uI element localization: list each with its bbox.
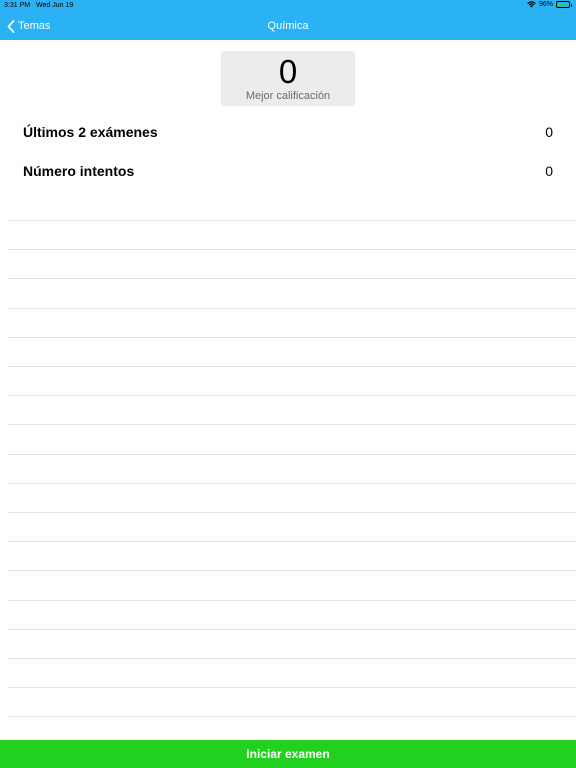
row-separator (8, 395, 576, 396)
start-exam-button[interactable]: Iniciar examen (0, 740, 576, 768)
row-separator (8, 483, 576, 484)
row-separator (8, 220, 576, 221)
row-separator (8, 308, 576, 309)
row-separator (8, 570, 576, 571)
row-separator (8, 337, 576, 338)
row-separator (8, 249, 576, 250)
row-separator (8, 512, 576, 513)
row-separator (8, 541, 576, 542)
row-separator (8, 687, 576, 688)
row-separator (8, 454, 576, 455)
row-separator (8, 716, 576, 717)
row-separator (8, 629, 576, 630)
row-separator (8, 278, 576, 279)
empty-table-rows (8, 0, 576, 740)
row-separator (8, 658, 576, 659)
row-separator (8, 600, 576, 601)
row-separator (8, 366, 576, 367)
row-separator (8, 424, 576, 425)
